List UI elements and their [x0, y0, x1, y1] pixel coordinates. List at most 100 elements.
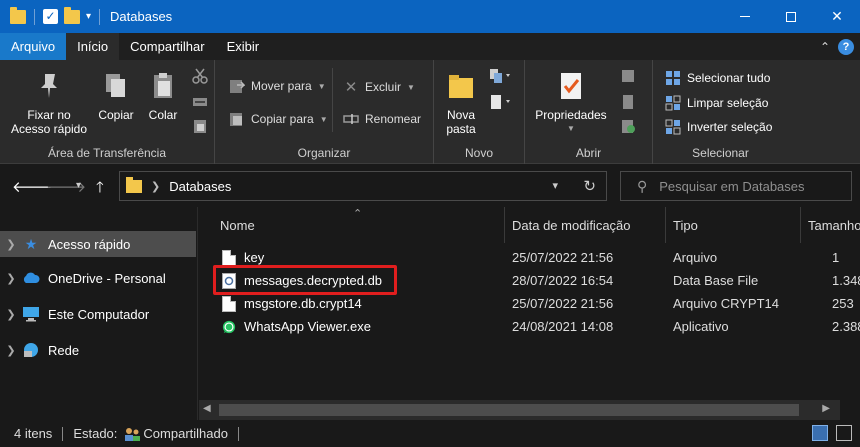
- clipboard-group-label: Área de Transferência: [47, 146, 167, 160]
- copy-button[interactable]: Copiar: [95, 70, 137, 122]
- column-divider[interactable]: [800, 207, 801, 243]
- copy-to-label: Copiar para: [251, 112, 314, 126]
- chevron-right-icon[interactable]: ❯: [0, 344, 22, 357]
- file-modified: 28/07/2022 16:54: [512, 273, 614, 288]
- tab-view[interactable]: Exibir: [216, 33, 271, 60]
- file-size: 2.388: [832, 319, 860, 334]
- sidebar-item-this-pc[interactable]: ❯ Este Computador: [0, 301, 196, 327]
- history-icon[interactable]: [620, 118, 636, 134]
- sidebar-item-onedrive[interactable]: ❯ OneDrive - Personal: [0, 265, 196, 291]
- search-input[interactable]: [659, 178, 840, 194]
- cut-icon[interactable]: [192, 68, 208, 84]
- scroll-right-icon[interactable]: ▶: [822, 403, 830, 414]
- move-to-button[interactable]: Mover para ▼: [229, 78, 326, 94]
- column-divider[interactable]: [504, 207, 505, 243]
- paste-icon: [154, 73, 172, 98]
- ribbon: Fixar no Acesso rápido Copiar Colar Área…: [0, 60, 860, 164]
- up-button[interactable]: 🡑: [96, 177, 104, 202]
- computer-icon: [23, 307, 39, 322]
- new-folder-quick-icon[interactable]: [64, 6, 80, 24]
- clipboard-group: Fixar no Acesso rápido Copiar Colar Área…: [0, 60, 215, 164]
- shared-users-icon: [125, 427, 141, 441]
- invert-selection-icon: [665, 119, 681, 135]
- copy-to-button[interactable]: Copiar para ▼: [229, 111, 328, 127]
- recent-locations-icon[interactable]: ▾: [76, 180, 81, 191]
- column-divider[interactable]: [665, 207, 666, 243]
- new-folder-button[interactable]: Nova pasta: [440, 70, 482, 136]
- refresh-icon[interactable]: ↻: [583, 177, 596, 195]
- new-group: Nova pasta Novo: [434, 60, 525, 164]
- title-separator: [34, 8, 35, 25]
- collapse-ribbon-icon[interactable]: ⌃: [820, 40, 830, 54]
- help-icon[interactable]: ?: [838, 38, 854, 55]
- column-header-name[interactable]: Nome: [220, 207, 255, 243]
- chevron-right-icon[interactable]: ❯: [0, 238, 22, 251]
- properties-label: Propriedades: [535, 108, 607, 122]
- chevron-down-icon[interactable]: ▾: [552, 179, 558, 192]
- easy-access-icon[interactable]: [489, 94, 513, 110]
- organize-separator: [332, 68, 333, 132]
- column-header-size[interactable]: Tamanho: [808, 207, 860, 243]
- status-separator: [237, 426, 239, 441]
- horizontal-scrollbar[interactable]: ◀ ▶: [199, 400, 860, 420]
- address-bar[interactable]: ❯ Databases ▾ ↻: [119, 171, 607, 201]
- folder-icon: [10, 6, 26, 24]
- address-row: 🡐 🡒 ▾ 🡑 ❯ Databases ▾ ↻ ⚲: [0, 165, 860, 207]
- open-icon[interactable]: [620, 68, 636, 84]
- minimize-button[interactable]: [722, 0, 768, 33]
- edit-icon[interactable]: [620, 94, 636, 110]
- details-view-icon[interactable]: [812, 425, 828, 441]
- sidebar-item-label: OneDrive - Personal: [48, 270, 166, 286]
- scrollbar-thumb[interactable]: [219, 404, 799, 416]
- properties-quick-icon[interactable]: ✓: [43, 9, 58, 24]
- whatsapp-icon: [222, 320, 236, 333]
- copy-icon: [106, 74, 125, 97]
- delete-button[interactable]: ✕ Excluir ▼: [343, 78, 415, 96]
- table-row[interactable]: msgstore.db.crypt14 25/07/2022 21:56 Arq…: [199, 292, 860, 315]
- file-name: key: [244, 250, 265, 265]
- select-group-label: Selecionar: [692, 146, 749, 160]
- paste-button[interactable]: Colar: [143, 70, 183, 122]
- maximize-button[interactable]: [768, 0, 814, 33]
- file-type: Arquivo: [673, 250, 718, 265]
- pin-quick-access-button[interactable]: Fixar no Acesso rápido: [6, 70, 92, 136]
- large-icons-view-icon[interactable]: [836, 425, 852, 441]
- select-none-button[interactable]: Limpar seleção: [665, 95, 768, 111]
- pin-icon: [41, 74, 57, 98]
- highlight-annotation: [213, 265, 397, 295]
- close-button[interactable]: ✕: [814, 0, 860, 33]
- sidebar-item-quick-access[interactable]: ❯ ★ Acesso rápido: [0, 231, 196, 257]
- tab-file[interactable]: Arquivo: [0, 33, 67, 60]
- status-bar: 4 itens Estado: Compartilhado: [0, 420, 860, 447]
- column-header-type[interactable]: Tipo: [673, 207, 698, 243]
- select-all-button[interactable]: Selecionar tudo: [665, 70, 770, 86]
- scroll-left-icon[interactable]: ◀: [203, 403, 211, 414]
- file-name-cell: msgstore.db.crypt14: [222, 292, 362, 315]
- window-title: Databases: [110, 9, 173, 24]
- search-box[interactable]: ⚲: [620, 171, 852, 201]
- tab-home[interactable]: Início: [66, 33, 120, 60]
- paste-shortcut-icon[interactable]: [192, 118, 208, 134]
- sidebar-item-label: Este Computador: [48, 306, 150, 322]
- chevron-right-icon[interactable]: ❯: [0, 308, 22, 321]
- table-row[interactable]: WhatsApp Viewer.exe 24/08/2021 14:08 Apl…: [199, 315, 860, 338]
- tab-share[interactable]: Compartilhar: [119, 33, 215, 60]
- rename-button[interactable]: Renomear: [343, 111, 421, 127]
- file-type: Arquivo CRYPT14: [673, 296, 779, 311]
- sidebar-item-network[interactable]: ❯ Rede: [0, 337, 196, 363]
- state-label: Estado:: [73, 426, 118, 441]
- sidebar-item-label: Acesso rápido: [48, 236, 131, 252]
- new-item-icon[interactable]: [489, 68, 513, 84]
- file-modified: 24/08/2021 14:08: [512, 319, 614, 334]
- quick-access-toolbar-dropdown-icon[interactable]: ▾: [86, 11, 91, 22]
- file-modified: 25/07/2022 21:56: [512, 296, 614, 311]
- open-group-label: Abrir: [575, 146, 602, 160]
- chevron-right-icon[interactable]: ❯: [0, 272, 22, 285]
- chevron-right-icon[interactable]: ❯: [151, 180, 160, 193]
- cloud-icon: [23, 272, 40, 283]
- breadcrumb[interactable]: Databases: [169, 179, 231, 194]
- invert-selection-button[interactable]: Inverter seleção: [665, 119, 772, 135]
- copy-path-icon[interactable]: [192, 94, 208, 110]
- properties-button[interactable]: Propriedades ▼: [531, 70, 611, 136]
- column-header-modified[interactable]: Data de modificação: [512, 207, 631, 243]
